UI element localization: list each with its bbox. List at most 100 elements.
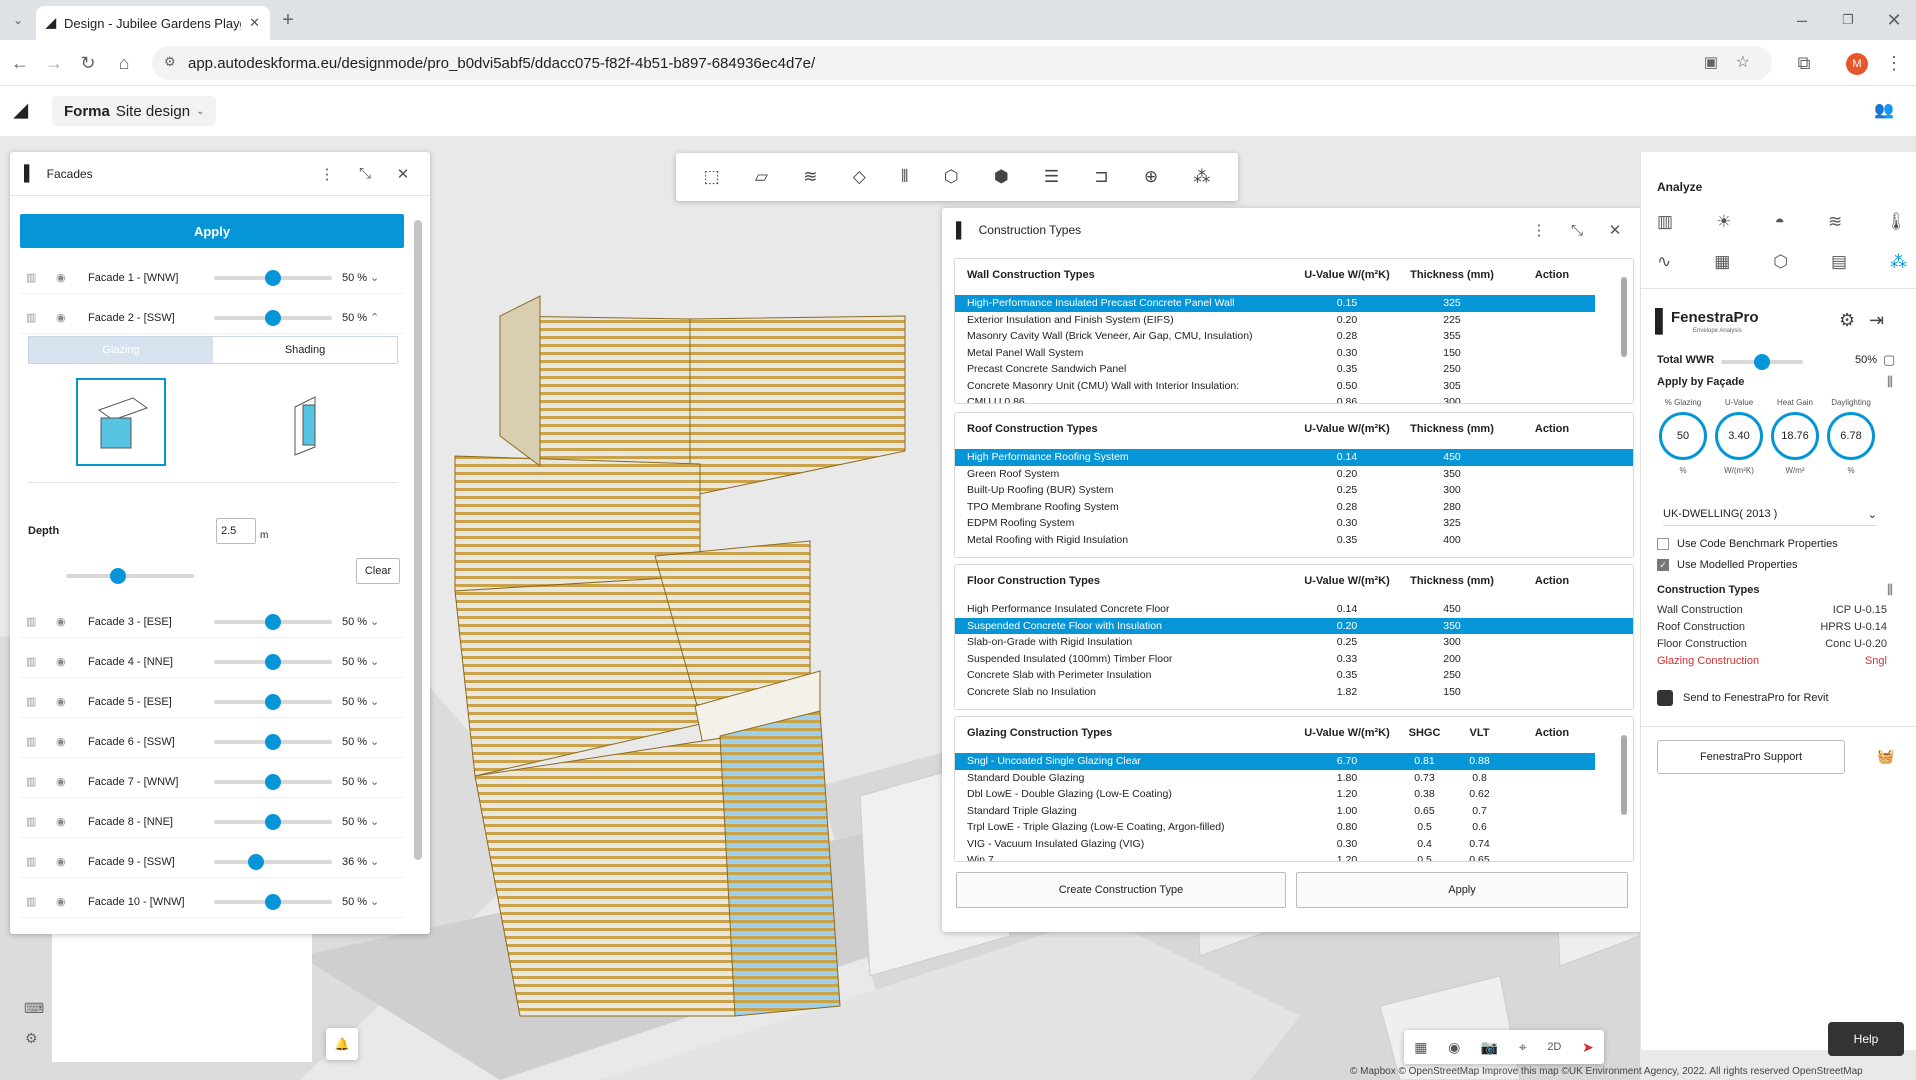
- extensions-tool-icon[interactable]: ⁂: [1193, 167, 1210, 187]
- bookmark-star-icon[interactable]: ☆: [1736, 52, 1750, 72]
- basket-icon[interactable]: 🧺: [1877, 748, 1894, 765]
- facade-wwr-slider[interactable]: [214, 773, 332, 790]
- eye-icon[interactable]: ◉: [56, 615, 74, 628]
- chart-icon[interactable]: ▥: [26, 271, 44, 284]
- fenestra-extension-icon[interactable]: ⁂: [1890, 252, 1907, 272]
- eye-icon[interactable]: ◉: [56, 311, 74, 324]
- benchmark-checkbox[interactable]: [1657, 538, 1669, 550]
- facades-apply-button[interactable]: Apply: [20, 214, 404, 248]
- table-row[interactable]: Built-Up Roofing (BUR) System 0.25 300: [955, 482, 1633, 499]
- eye-icon[interactable]: ◉: [56, 775, 74, 788]
- chart-icon[interactable]: ▥: [26, 895, 44, 908]
- expand-chevron-icon[interactable]: ⌄: [370, 615, 379, 628]
- more-options-icon[interactable]: ⋮: [1526, 217, 1552, 243]
- table-row[interactable]: Exterior Insulation and Finish System (E…: [955, 312, 1595, 329]
- slider-knob[interactable]: [265, 693, 281, 710]
- table-row[interactable]: Slab-on-Grade with Rigid Insulation 0.25 3…: [955, 634, 1633, 651]
- table-row[interactable]: Concrete Slab with Perimeter Insulation 0…: [955, 667, 1633, 684]
- site-info-icon[interactable]: ⚙: [164, 54, 176, 70]
- table-row[interactable]: Trpl LowE - Triple Glazing (Low-E Coatin…: [955, 819, 1595, 836]
- scrollbar-thumb[interactable]: [1621, 277, 1627, 357]
- eye-icon[interactable]: ◉: [56, 855, 74, 868]
- notification-bell-icon[interactable]: 🔔: [326, 1028, 358, 1060]
- table-row[interactable]: Suspended Concrete Floor with Insulation…: [955, 617, 1633, 634]
- close-panel-icon[interactable]: ✕: [1602, 217, 1628, 243]
- facade-row[interactable]: ▥ ◉ Facade 3 - [ESE] 50 % ⌄: [20, 606, 404, 638]
- more-options-icon[interactable]: ⋮: [314, 161, 340, 187]
- chart-icon[interactable]: ▥: [26, 615, 44, 628]
- table-row[interactable]: Win 7 1.20 0.5 0.65: [955, 852, 1595, 861]
- table-row[interactable]: Dbl LowE - Double Glazing (Low-E Coating…: [955, 786, 1595, 803]
- fenestra-support-button[interactable]: FenestraPro Support: [1657, 740, 1845, 774]
- energy-icon[interactable]: ⬡: [1773, 252, 1788, 272]
- table-row[interactable]: Standard Triple Glazing 1.00 0.65 0.7: [955, 803, 1595, 820]
- measure-tool-icon[interactable]: ⦀: [901, 167, 908, 187]
- table-row[interactable]: Masonry Cavity Wall (Brick Veneer, Air G…: [955, 328, 1595, 345]
- benchmark-checkbox-row[interactable]: Use Code Benchmark Properties: [1657, 538, 1838, 550]
- wind-icon[interactable]: ≋: [1828, 212, 1842, 232]
- slider-knob[interactable]: [265, 269, 281, 286]
- facade-row[interactable]: ▥ ◉ Facade 10 - [WNW] 50 % ⌄: [20, 886, 404, 918]
- expand-chevron-icon[interactable]: ⌄: [370, 775, 379, 788]
- table-row[interactable]: EDPM Roofing System 0.30 325: [955, 515, 1633, 532]
- facades-scrollbar[interactable]: [414, 210, 422, 928]
- product-switcher[interactable]: Forma Site design ⌄: [52, 96, 217, 126]
- table-row[interactable]: Standard Double Glazing 1.80 0.73 0.8: [955, 770, 1595, 787]
- home-icon[interactable]: ⌂: [110, 49, 138, 77]
- eye-icon[interactable]: ◉: [56, 695, 74, 708]
- shading-type-fin[interactable]: [264, 378, 354, 466]
- facade-row[interactable]: ▥ ◉ Facade 1 - [WNW] 50 % ⌄: [20, 262, 404, 294]
- facade-row[interactable]: ▥ ◉ Facade 4 - [NNE] 50 % ⌄: [20, 646, 404, 678]
- bar-chart-icon[interactable]: ▥: [1657, 212, 1673, 232]
- facade-wwr-slider[interactable]: [214, 813, 332, 830]
- scrollbar-thumb[interactable]: [414, 220, 422, 860]
- table-row[interactable]: High Performance Roofing System 0.14 450: [955, 449, 1633, 466]
- facade-wwr-slider[interactable]: [214, 613, 332, 630]
- compass-icon[interactable]: ➤: [1582, 1039, 1594, 1056]
- restore-icon[interactable]: ❐: [1834, 6, 1862, 34]
- chart-icon[interactable]: ▥: [26, 311, 44, 324]
- shading-type-overhang[interactable]: [76, 378, 166, 466]
- settings-gear-icon[interactable]: ⚙: [1839, 310, 1855, 331]
- facade-wwr-slider[interactable]: [214, 693, 332, 710]
- reload-icon[interactable]: ↻: [74, 49, 102, 77]
- construction-apply-button[interactable]: Apply: [1296, 872, 1628, 908]
- eye-icon[interactable]: ◉: [56, 815, 74, 828]
- depth-input[interactable]: 2.5: [216, 518, 256, 544]
- extensions-icon[interactable]: ⧉: [1790, 49, 1818, 77]
- camera-icon[interactable]: 📷: [1481, 1039, 1498, 1056]
- slider-knob[interactable]: [265, 613, 281, 630]
- table-row[interactable]: Green Roof System 0.20 350: [955, 466, 1633, 483]
- surface-tool-icon[interactable]: ◇: [853, 167, 866, 187]
- expand-chevron-icon[interactable]: ⌃: [370, 311, 379, 324]
- table-row[interactable]: Metal Panel Wall System 0.30 150: [955, 345, 1595, 362]
- map-attribution[interactable]: © Mapbox © OpenStreetMap Improve this ma…: [1350, 1066, 1863, 1077]
- visibility-icon[interactable]: ◉: [1448, 1039, 1460, 1056]
- browser-menu-icon[interactable]: ⋮: [1880, 49, 1908, 77]
- facade-row[interactable]: ▥ ◉ Facade 9 - [SSW] 36 % ⌄: [20, 846, 404, 878]
- table-row[interactable]: Concrete Masonry Unit (CMU) Wall with In…: [955, 378, 1595, 395]
- building-tool-icon[interactable]: ⬢: [994, 167, 1009, 187]
- expand-chevron-icon[interactable]: ⌄: [370, 895, 379, 908]
- facade-wwr-slider[interactable]: [214, 653, 332, 670]
- table-row[interactable]: TPO Membrane Roofing System 0.28 280: [955, 499, 1633, 516]
- facade-row[interactable]: ▥ ◉ Facade 6 - [SSW] 50 % ⌄: [20, 726, 404, 758]
- facade-row[interactable]: ▥ ◉ Facade 7 - [WNW] 50 % ⌄: [20, 766, 404, 798]
- autodesk-logo-icon[interactable]: ◢: [14, 100, 28, 121]
- solar-panel-icon[interactable]: ▦: [1714, 252, 1730, 272]
- close-window-icon[interactable]: ✕: [1880, 6, 1908, 34]
- table-row[interactable]: Precast Concrete Sandwich Panel 0.35 250: [955, 361, 1595, 378]
- depth-slider-knob[interactable]: [110, 568, 126, 584]
- slider-knob[interactable]: [265, 893, 281, 910]
- code-standard-select[interactable]: UK-DWELLING( 2013 ) ⌄: [1663, 508, 1877, 526]
- expand-chevron-icon[interactable]: ⌄: [370, 815, 379, 828]
- facade-wwr-slider[interactable]: [214, 309, 332, 326]
- table-row[interactable]: Concrete Slab no Insulation 1.82 150: [955, 684, 1633, 701]
- chart-icon[interactable]: ▥: [26, 735, 44, 748]
- expand-chevron-icon[interactable]: ⌄: [370, 271, 379, 284]
- toggle-2d-button[interactable]: 2D: [1547, 1041, 1561, 1053]
- modelled-checkbox-checked-icon[interactable]: ✓: [1657, 559, 1669, 571]
- daylight-icon[interactable]: ◓: [1775, 212, 1785, 232]
- table-scrollbar[interactable]: [1621, 727, 1627, 847]
- focus-icon[interactable]: ⌖: [1519, 1039, 1527, 1056]
